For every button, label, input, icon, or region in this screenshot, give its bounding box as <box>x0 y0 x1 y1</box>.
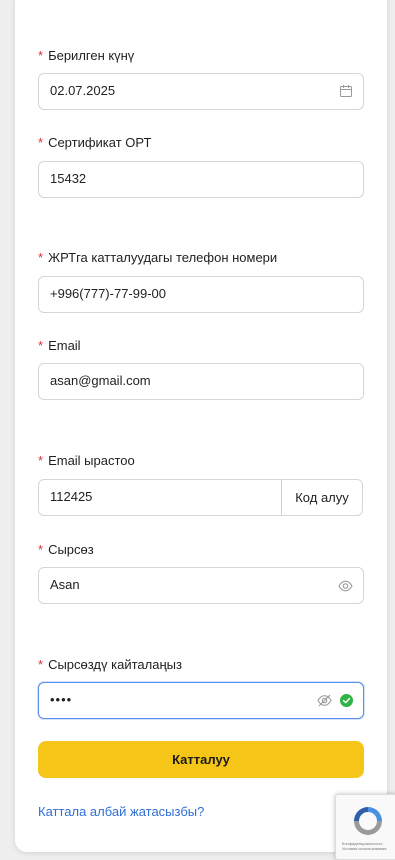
email-code-input[interactable]: 112425 <box>38 479 283 516</box>
password-repeat-input[interactable]: •••• <box>38 682 364 719</box>
recaptcha-badge[interactable]: Конфиденциальность Условия использования <box>335 794 395 860</box>
ort-certificate-label: * Сертификат ОРТ <box>38 135 152 150</box>
issue-date-label: * Берилген күнү <box>38 48 135 63</box>
email-label: * Email <box>38 338 81 353</box>
password-field: * Сырсөз Asan <box>38 542 364 604</box>
phone-field: * ЖРТга катталуудагы телефон номери +996(… <box>38 250 364 313</box>
get-code-button[interactable]: Код алуу <box>281 479 363 516</box>
issue-date-input[interactable]: 02.07.2025 <box>38 73 364 110</box>
email-input[interactable]: asan@gmail.com <box>38 363 364 400</box>
password-repeat-field: * Сырсөздү кайталаңыз •••• <box>38 657 364 719</box>
phone-label: * ЖРТга катталуудагы телефон номери <box>38 250 278 265</box>
ort-certificate-input[interactable]: 15432 <box>38 161 364 198</box>
email-confirm-label: * Email ырастоо <box>38 453 135 468</box>
register-button[interactable]: Катталуу <box>38 741 364 778</box>
password-label: * Сырсөз <box>38 542 94 557</box>
recaptcha-terms: Конфиденциальность Условия использования <box>342 841 387 851</box>
email-confirm-field: * Email ырастоо 112425 Код алуу <box>38 453 364 516</box>
eye-icon[interactable] <box>338 579 353 597</box>
ort-certificate-field: * Сертификат ОРТ 15432 <box>38 135 364 198</box>
password-repeat-label: * Сырсөздү кайталаңыз <box>38 657 182 672</box>
phone-input[interactable]: +996(777)-77-99-00 <box>38 276 364 313</box>
check-circle-icon <box>340 694 353 712</box>
email-field: * Email asan@gmail.com <box>38 338 364 400</box>
eye-off-icon[interactable] <box>317 694 332 712</box>
password-input[interactable]: Asan <box>38 567 364 604</box>
recaptcha-logo-icon <box>350 803 386 844</box>
issue-date-field: * Берилген күнү 02.07.2025 <box>38 48 364 110</box>
registration-card <box>15 0 387 852</box>
calendar-icon[interactable] <box>339 84 353 103</box>
cant-register-link[interactable]: Каттала албай жатасызбы? <box>38 804 204 819</box>
